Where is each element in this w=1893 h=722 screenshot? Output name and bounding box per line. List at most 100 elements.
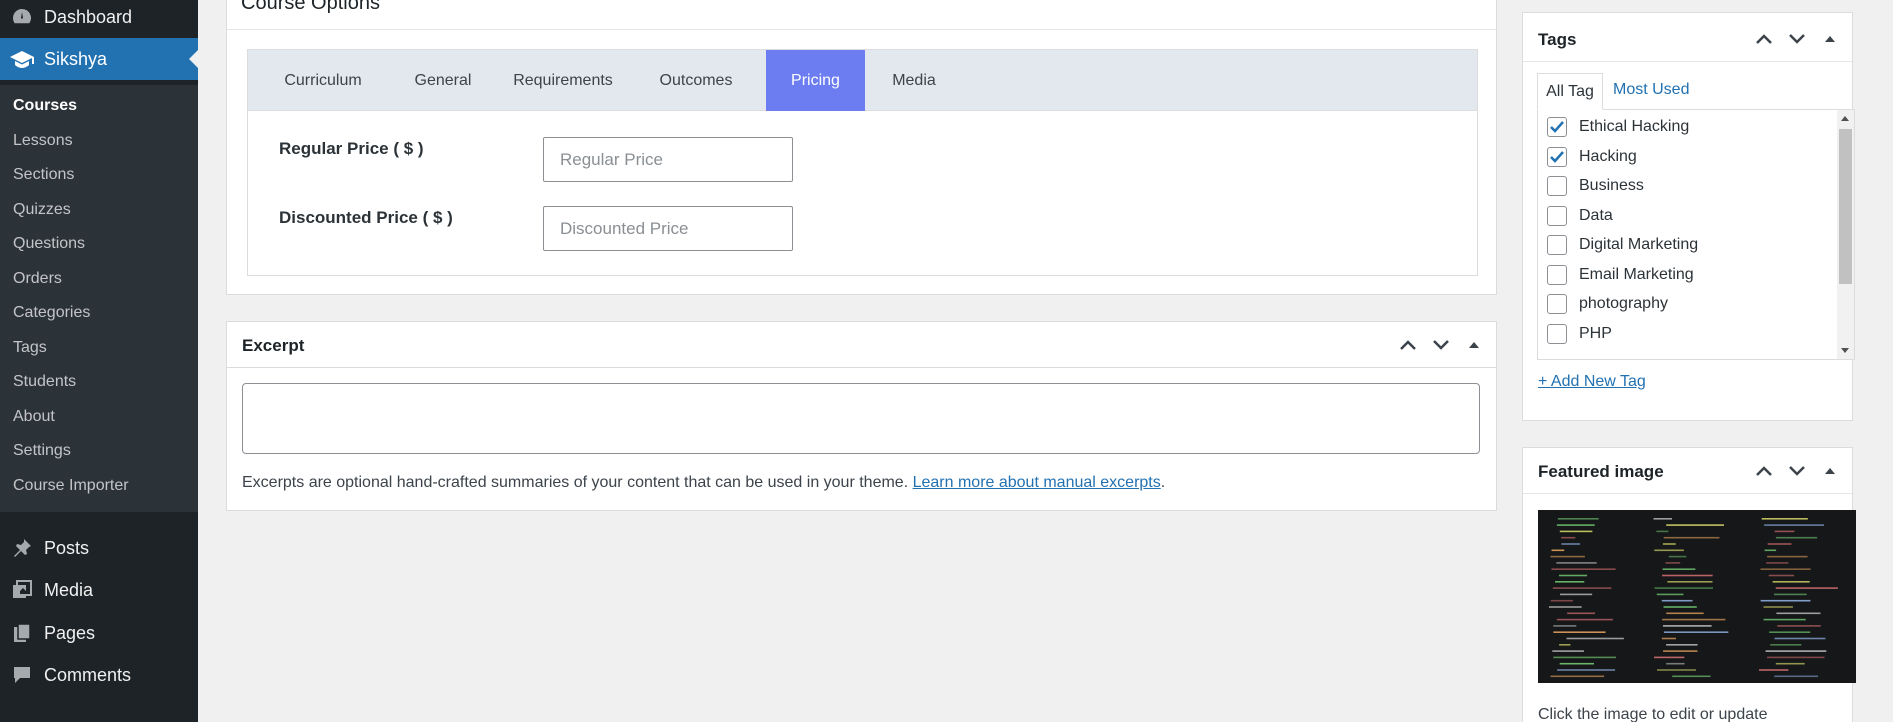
chevron-up-icon bbox=[1755, 466, 1772, 476]
chevron-up-icon bbox=[1399, 340, 1416, 350]
chevron-down-icon bbox=[1788, 34, 1805, 44]
chevron-down-icon bbox=[1432, 340, 1449, 350]
tab-requirements[interactable]: Requirements bbox=[488, 50, 638, 111]
move-up-button[interactable] bbox=[1747, 27, 1780, 51]
checkbox-checked[interactable] bbox=[1547, 146, 1567, 167]
divider bbox=[1523, 61, 1852, 62]
chevron-up-icon bbox=[1755, 34, 1772, 44]
submenu-questions[interactable]: Questions bbox=[13, 235, 85, 253]
excerpt-textarea[interactable] bbox=[242, 383, 1480, 454]
discounted-price-input[interactable] bbox=[543, 206, 793, 251]
submenu-quizzes[interactable]: Quizzes bbox=[13, 201, 71, 219]
move-up-button[interactable] bbox=[1747, 459, 1780, 483]
add-new-tag-link[interactable]: + Add New Tag bbox=[1538, 373, 1646, 391]
featured-image-panel: Featured image Click the image to edit o… bbox=[1522, 447, 1856, 722]
submenu-students[interactable]: Students bbox=[13, 373, 76, 391]
tab-general[interactable]: General bbox=[398, 50, 488, 111]
checkbox[interactable] bbox=[1547, 294, 1567, 314]
menu-label: Dashboard bbox=[44, 6, 133, 27]
tab-most-used[interactable]: Most Used bbox=[1613, 81, 1689, 99]
checkbox[interactable] bbox=[1547, 176, 1567, 196]
pushpin-icon bbox=[8, 537, 36, 559]
menu-label: Posts bbox=[44, 537, 90, 558]
tag-item[interactable]: Email Marketing bbox=[1538, 264, 1694, 285]
toggle-panel-button[interactable] bbox=[1813, 459, 1846, 483]
tag-item[interactable]: Data bbox=[1538, 205, 1613, 226]
dashboard-icon bbox=[8, 6, 36, 28]
checkbox[interactable] bbox=[1547, 235, 1567, 255]
regular-price-input[interactable] bbox=[543, 137, 793, 182]
checkmark-icon bbox=[1550, 121, 1564, 133]
divider bbox=[1523, 493, 1852, 494]
move-up-button[interactable] bbox=[1391, 333, 1424, 357]
tag-label: PHP bbox=[1579, 324, 1612, 342]
tag-list-scrollbar[interactable] bbox=[1837, 110, 1854, 359]
submenu-course-importer[interactable]: Course Importer bbox=[13, 477, 129, 495]
tag-item[interactable]: Business bbox=[1538, 176, 1644, 196]
media-icon bbox=[8, 579, 36, 601]
chevron-down-icon bbox=[1788, 466, 1805, 476]
tag-label: Ethical Hacking bbox=[1579, 118, 1690, 135]
menu-item-pages[interactable]: Pages bbox=[0, 617, 198, 649]
submenu-categories[interactable]: Categories bbox=[13, 304, 90, 322]
tab-pricing[interactable]: Pricing bbox=[766, 50, 865, 111]
scroll-up-arrow-icon[interactable] bbox=[1841, 116, 1849, 121]
menu-item-sikshya[interactable]: Sikshya bbox=[0, 38, 198, 80]
tag-label: photography bbox=[1579, 295, 1668, 312]
toggle-panel-button[interactable] bbox=[1813, 27, 1846, 51]
scroll-down-arrow-icon[interactable] bbox=[1841, 348, 1849, 353]
excerpt-help-period: . bbox=[1160, 474, 1166, 491]
menu-item-comments[interactable]: Comments bbox=[0, 659, 198, 691]
course-options-panel: Course Options Curriculum General Requir… bbox=[226, 0, 1497, 295]
move-down-button[interactable] bbox=[1780, 27, 1813, 51]
caret-up-icon bbox=[1824, 36, 1835, 42]
tag-label: Email Marketing bbox=[1579, 265, 1694, 283]
tab-media[interactable]: Media bbox=[865, 50, 963, 111]
submenu-orders[interactable]: Orders bbox=[13, 270, 62, 288]
regular-price-label: Regular Price ( $ ) bbox=[279, 139, 424, 158]
course-options-title: Course Options bbox=[241, 0, 380, 14]
tag-item[interactable]: photography bbox=[1538, 294, 1668, 314]
tags-panel: Tags All Tag Most Used Ethical Hacking Ha… bbox=[1522, 12, 1855, 421]
excerpt-title: Excerpt bbox=[242, 336, 305, 355]
menu-item-media[interactable]: Media bbox=[0, 574, 198, 606]
tag-label: Hacking bbox=[1579, 147, 1637, 165]
checkbox[interactable] bbox=[1547, 264, 1567, 285]
toggle-panel-button[interactable] bbox=[1457, 333, 1490, 357]
checkbox-checked[interactable] bbox=[1547, 117, 1567, 137]
excerpt-header: Excerpt bbox=[227, 322, 1496, 368]
checkbox[interactable] bbox=[1547, 323, 1567, 344]
tab-all-tag[interactable]: All Tag bbox=[1537, 73, 1603, 110]
checkbox[interactable] bbox=[1547, 205, 1567, 226]
excerpt-learn-more-link[interactable]: Learn more about manual excerpts bbox=[913, 474, 1161, 491]
submenu-tags[interactable]: Tags bbox=[13, 339, 47, 357]
move-down-button[interactable] bbox=[1424, 333, 1457, 357]
tag-item[interactable]: PHP bbox=[1538, 323, 1612, 344]
submenu-courses[interactable]: Courses bbox=[13, 97, 77, 115]
featured-image-thumbnail[interactable] bbox=[1538, 510, 1856, 683]
tags-title: Tags bbox=[1538, 30, 1577, 49]
tag-item[interactable]: Digital Marketing bbox=[1538, 235, 1698, 255]
tab-outcomes[interactable]: Outcomes bbox=[638, 50, 754, 111]
caret-up-icon bbox=[1824, 468, 1835, 474]
tag-label: Digital Marketing bbox=[1579, 236, 1699, 253]
tag-item[interactable]: Hacking bbox=[1538, 146, 1637, 167]
menu-label: Pages bbox=[44, 622, 96, 643]
tag-checklist: Ethical Hacking Hacking Business Data Digita… bbox=[1537, 109, 1855, 360]
excerpt-panel: Excerpt Excerpts are optional hand-craft… bbox=[226, 321, 1497, 511]
menu-item-posts[interactable]: Posts bbox=[0, 532, 198, 564]
menu-item-dashboard[interactable]: Dashboard bbox=[0, 2, 198, 32]
submenu-settings[interactable]: Settings bbox=[13, 442, 71, 460]
move-down-button[interactable] bbox=[1780, 459, 1813, 483]
scrollbar-thumb[interactable] bbox=[1839, 129, 1852, 284]
submenu-sections[interactable]: Sections bbox=[13, 166, 74, 184]
course-options-tab-bar: Curriculum General Requirements Outcomes… bbox=[248, 50, 1477, 111]
tag-label: Business bbox=[1579, 177, 1644, 194]
submenu-lessons[interactable]: Lessons bbox=[13, 132, 73, 150]
pages-icon bbox=[8, 622, 36, 644]
submenu-about[interactable]: About bbox=[13, 408, 55, 426]
admin-sidebar: Dashboard Sikshya Courses Lessons Sectio… bbox=[0, 0, 198, 722]
tag-item[interactable]: Ethical Hacking bbox=[1538, 117, 1689, 137]
graduation-cap-icon bbox=[8, 48, 36, 70]
tab-curriculum[interactable]: Curriculum bbox=[248, 50, 398, 111]
